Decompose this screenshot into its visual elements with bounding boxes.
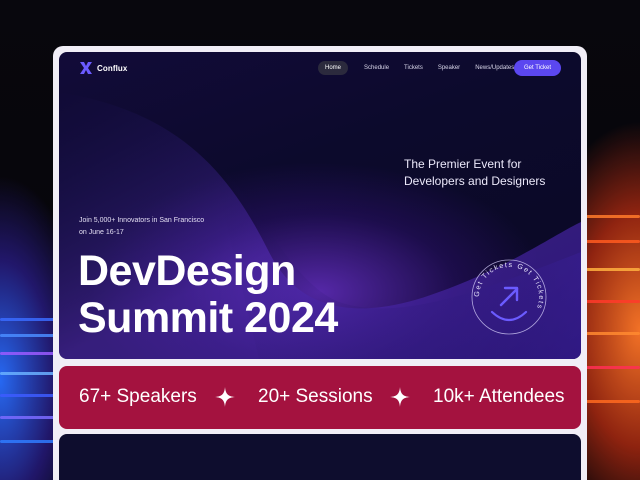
conflux-logo-icon	[80, 62, 92, 74]
hero-title-line2: Summit 2024	[78, 294, 338, 342]
stat-attendees: 10k+ Attendees	[433, 386, 565, 407]
hero-intro: Join 5,000+ Innovators in San Francisco …	[79, 217, 205, 236]
get-tickets-badge[interactable]: Get Tickets Get Tickets	[470, 258, 548, 336]
badge-smile-arc	[490, 310, 528, 322]
stat-speakers: 67+ Speakers	[79, 386, 197, 407]
main-nav: Home Schedule Tickets Speaker News/Updat…	[318, 61, 522, 75]
arrow-up-right-icon	[499, 286, 519, 307]
nav-item-speaker[interactable]: Speaker	[431, 61, 467, 75]
hero-title: DevDesign Summit 2024	[78, 248, 398, 342]
sparkle-icon	[390, 387, 410, 407]
brand-name: Conflux	[97, 63, 128, 73]
nav-item-home[interactable]: Home	[318, 61, 349, 75]
stat-sessions: 20+ Sessions	[258, 386, 373, 407]
sparkle-icon	[215, 387, 235, 407]
brand-logo[interactable]: Conflux	[79, 61, 127, 75]
stats-bar: 67+ Speakers 20+ Sessions 10k+ Attendees	[59, 366, 581, 429]
nav-item-tickets[interactable]: Tickets	[397, 61, 430, 75]
badge-circular-text: Get Tickets Get Tickets	[472, 260, 546, 311]
hero-tagline: The Premier Event for Developers and Des…	[404, 157, 546, 188]
hero-title-line1: DevDesign	[78, 247, 296, 295]
get-ticket-button[interactable]: Get Ticket	[514, 60, 561, 76]
next-section-preview	[59, 434, 581, 480]
hero-section: Conflux Home Schedule Tickets Speaker Ne…	[59, 52, 581, 359]
nav-item-schedule[interactable]: Schedule	[357, 61, 396, 75]
